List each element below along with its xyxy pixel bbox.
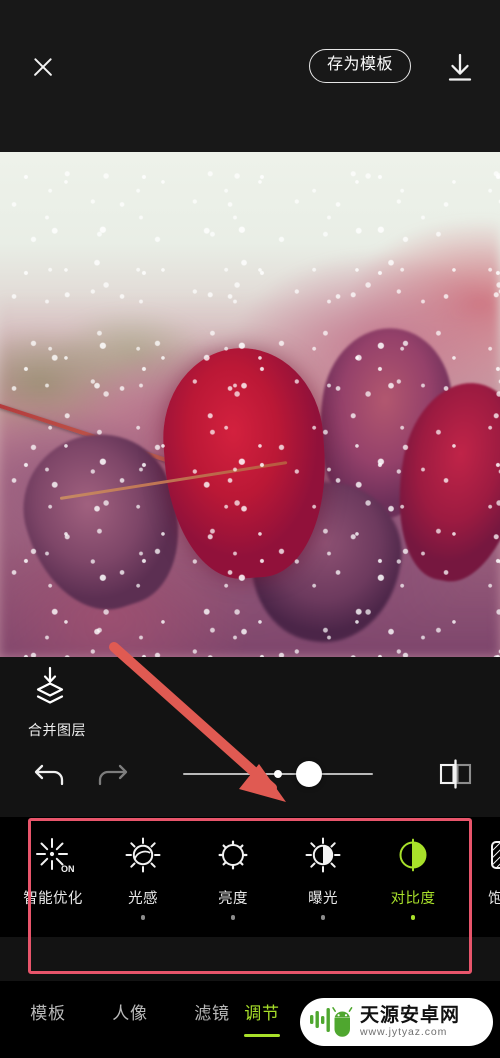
slider-zero-marker [274,770,282,778]
adjust-slider[interactable] [183,761,373,787]
merge-layers-icon [28,666,72,712]
save-template-label: 存为模板 [327,56,394,73]
adjust-tool-saturation[interactable]: 饱和 [458,817,500,920]
tab-label: 人像 [112,1004,148,1023]
merge-layers-label: 合并图层 [28,722,86,738]
adjust-tool-label: 亮度 [218,891,248,907]
top-bar: 存为模板 [0,0,500,152]
editor-panel: 合并图层 ON 智能优化 光感 亮度 曝光 对比度 饱 [0,657,500,981]
tab-label: 模板 [30,1004,66,1023]
adjust-tool-label: 对比度 [390,891,436,907]
watermark-url: www.jytyaz.com [360,1026,448,1039]
adjust-tool-auto-enhance[interactable]: ON 智能优化 [8,817,98,920]
merge-layers-button[interactable]: 合并图层 [28,666,120,740]
download-icon[interactable] [443,50,477,84]
watermark-title: 天源安卓网 [360,1004,461,1026]
saturation-icon [481,833,500,877]
photo-water-droplets [0,152,500,657]
light-sense-icon [121,833,165,877]
adjust-tool-label: 曝光 [308,891,338,907]
adjust-tool-exposure[interactable]: 曝光 [278,817,368,920]
brightness-icon [211,833,255,877]
site-watermark: 天源安卓网 www.jytyaz.com [300,998,493,1046]
adjust-tool-contrast[interactable]: 对比度 [368,817,458,920]
compare-split-icon[interactable] [436,755,474,793]
exposure-icon [301,833,345,877]
photo-canvas[interactable] [0,152,500,657]
tab-active-underline [244,1034,280,1037]
tab-adjust[interactable]: 调节 [222,999,302,1037]
adjust-tool-light-sense[interactable]: 光感 [98,817,188,920]
adjust-tool-label: 智能优化 [23,891,83,907]
redo-icon[interactable] [92,753,132,793]
tab-portrait[interactable]: 人像 [90,999,170,1024]
save-template-button[interactable]: 存为模板 [309,49,412,83]
svg-text:ON: ON [61,864,75,874]
undo-icon[interactable] [30,753,70,793]
auto-enhance-on-icon: ON [31,833,75,877]
adjust-tool-label: 光感 [128,891,158,907]
adjust-tool-dot [410,915,416,920]
action-bar [0,745,500,801]
adjust-tool-dot [140,915,146,920]
adjust-tool-strip[interactable]: ON 智能优化 光感 亮度 曝光 对比度 饱 [0,817,500,937]
adjust-tool-brightness[interactable]: 亮度 [188,817,278,920]
slider-thumb[interactable] [296,761,322,787]
android-robot-icon [309,1005,355,1039]
adjust-tool-dot [230,915,236,920]
adjust-tool-dot [320,915,326,920]
tab-templates[interactable]: 模板 [8,999,88,1024]
close-icon[interactable] [28,52,58,82]
adjust-tool-label: 饱和 [488,891,500,907]
tab-label: 调节 [244,1004,280,1023]
contrast-icon [391,833,435,877]
